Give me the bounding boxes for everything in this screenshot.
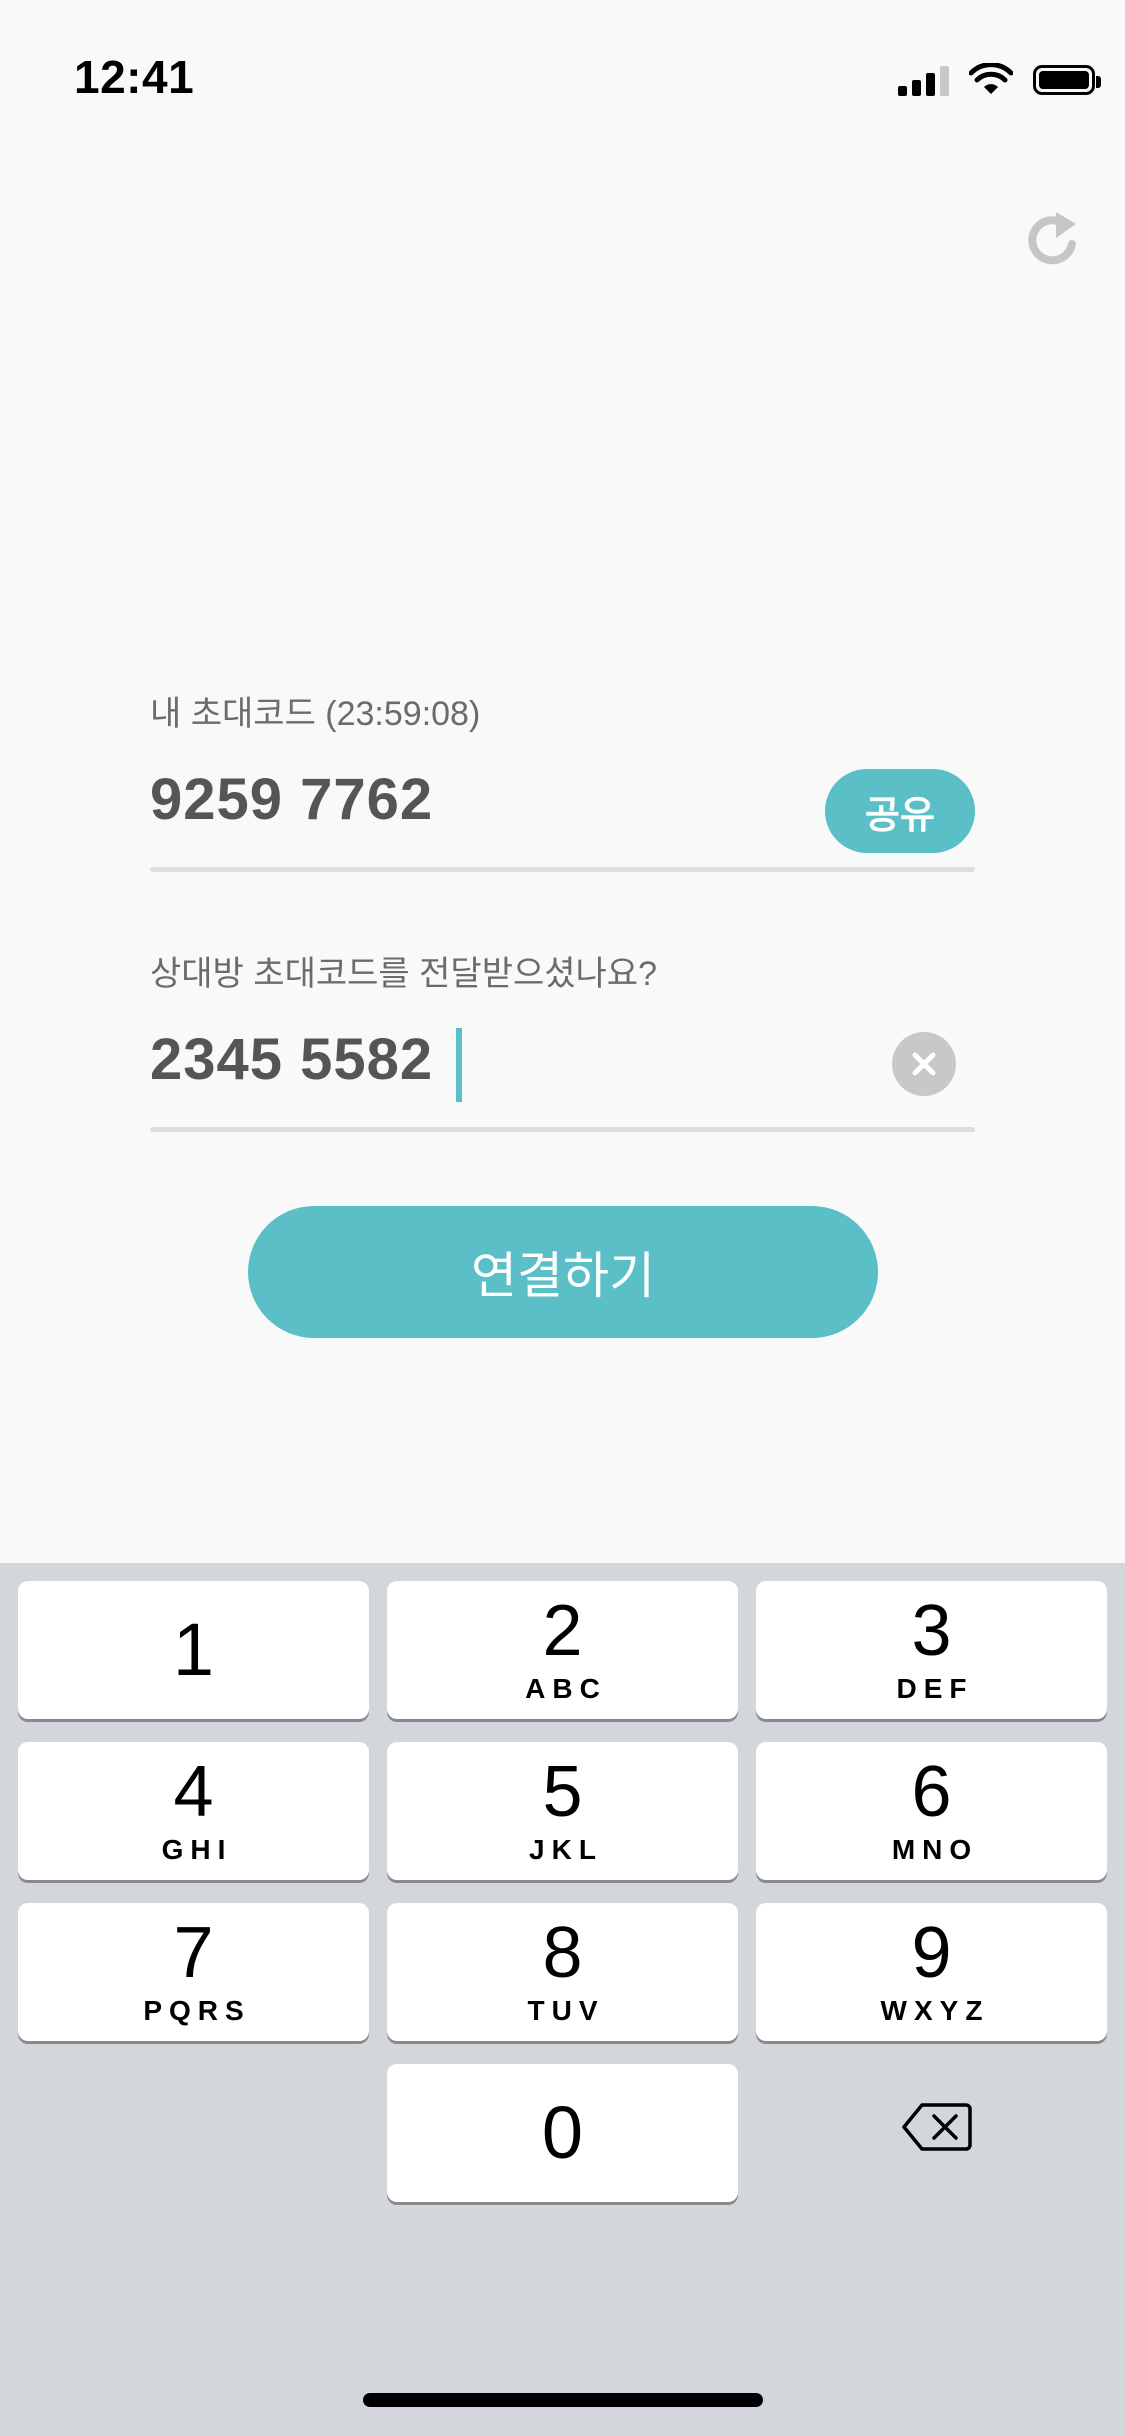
connect-button[interactable]: 연결하기 [248,1206,878,1338]
key-0[interactable]: 0 [387,2064,738,2202]
key-4[interactable]: 4 GHI [18,1742,369,1880]
numeric-keypad: 1 2 ABC 3 DEF 4 GHI 5 JKL 6 MNO 7 PQRS 8… [0,1563,1125,2436]
status-bar: 12:41 [0,0,1125,140]
my-code-underline [150,867,975,872]
partner-code-label: 상대방 초대코드를 전달받으셨나요? [150,955,658,993]
key-7[interactable]: 7 PQRS [18,1903,369,2041]
refresh-icon[interactable] [1018,204,1090,276]
key-6[interactable]: 6 MNO [756,1742,1107,1880]
key-2[interactable]: 2 ABC [387,1581,738,1719]
share-button[interactable]: 공유 [825,769,975,853]
text-cursor [456,1028,462,1102]
partner-code-underline [150,1127,975,1132]
status-icons [898,60,1101,100]
key-5[interactable]: 5 JKL [387,1742,738,1880]
key-3[interactable]: 3 DEF [756,1581,1107,1719]
home-indicator [363,2393,763,2407]
status-time: 12:41 [74,51,195,103]
signal-icon [898,64,949,96]
key-9[interactable]: 9 WXYZ [756,1903,1107,2041]
wifi-icon [969,63,1013,94]
partner-code-input[interactable]: 2345 5582 [150,1026,433,1093]
my-code-value: 9259 7762 [150,767,434,832]
key-8[interactable]: 8 TUV [387,1903,738,2041]
battery-icon [1033,65,1101,95]
key-1[interactable]: 1 [18,1581,369,1719]
delete-icon[interactable] [877,2067,997,2187]
my-code-label: 내 초대코드 (23:59:08) [150,695,481,733]
clear-icon[interactable] [892,1032,956,1096]
